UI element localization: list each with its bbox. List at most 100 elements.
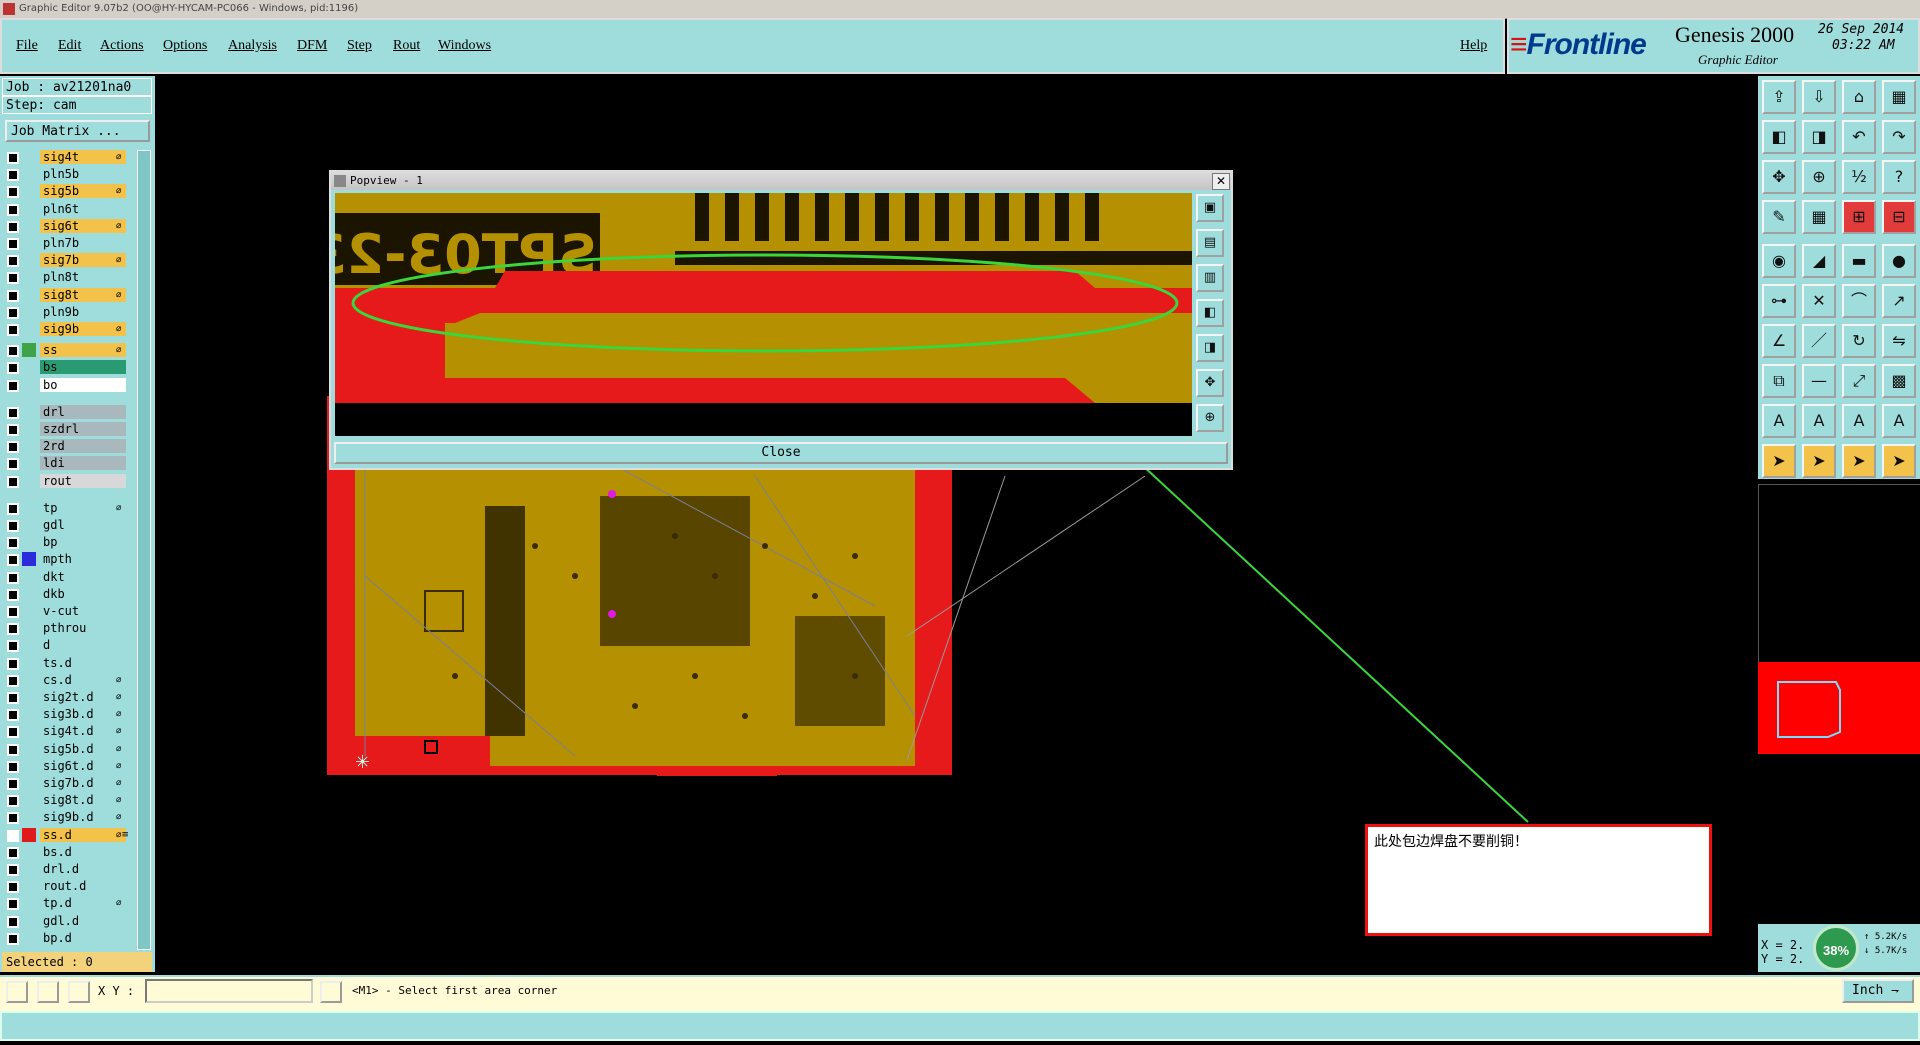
layer-name[interactable]: sig6t [40,218,126,233]
layer-name[interactable]: sig4t.d [40,724,126,739]
layer-row[interactable]: sig9b ⌀ [4,322,126,336]
layer-name[interactable]: rout.d [40,879,126,894]
layer-checkbox[interactable] [7,743,19,756]
menu-file[interactable]: File [16,38,38,54]
layer-name[interactable]: sig9b [40,322,126,336]
layer-row[interactable]: sig5b.d ⌀ [4,741,126,756]
layer-checkbox[interactable] [7,640,19,653]
home-icon[interactable]: ⌂ [1842,80,1876,114]
grid-icon[interactable]: ▦ [1882,80,1916,114]
popview-close-x-button[interactable]: ✕ [1212,173,1230,190]
layer-color-swatch[interactable] [22,552,36,567]
line-icon[interactable]: ◢ [1802,244,1836,278]
layer-name[interactable]: pln7b [40,236,126,250]
layer-row[interactable]: bp.d [4,930,126,945]
layer-row[interactable]: pthrou [4,621,126,636]
menu-options[interactable]: Options [163,38,207,54]
layer-name[interactable]: dkb [40,586,126,601]
slash-icon[interactable]: ／ [1802,324,1836,358]
layer-checkbox[interactable] [7,657,19,670]
layer-name[interactable]: bo [40,377,126,392]
layer-row[interactable]: mpth [4,552,126,567]
zoom-center-icon[interactable]: ⊕ [1802,160,1836,194]
array-icon[interactable]: ▩ [1882,364,1916,398]
layer-row[interactable]: sig8t.d ⌀ [4,793,126,808]
layer-name[interactable]: sig8t.d [40,793,126,808]
layer-row[interactable]: sig5b ⌀ [4,184,126,199]
layer-name[interactable]: ss.d [40,827,126,842]
layer-checkbox[interactable] [7,692,19,704]
layer-name[interactable]: tp [40,500,126,515]
layer-name[interactable]: sig5b [40,184,126,199]
layer-row[interactable]: sig4t ⌀ [4,150,126,164]
select-node-icon[interactable]: ⊶ [1762,284,1796,318]
redo-icon[interactable]: ↷ [1882,120,1916,154]
menu-dfm[interactable]: DFM [297,38,327,54]
layer-checkbox[interactable] [7,203,19,216]
layer-name[interactable]: ts.d [40,655,126,670]
layer-name[interactable]: sig7b.d [40,776,126,790]
layer-row[interactable]: sig4t.d ⌀ [4,724,126,739]
layer-row[interactable]: dkt [4,569,126,584]
layer-checkbox[interactable] [7,152,19,164]
edge-icon[interactable]: ∠ [1762,324,1796,358]
layer-row[interactable]: gdl [4,518,126,532]
popview-zoom-out-icon[interactable]: ▤ [1196,229,1224,257]
layer-checkbox[interactable] [7,220,19,233]
layer-row[interactable]: gdl.d [4,913,126,928]
arc-icon[interactable]: ⌒ [1842,284,1876,318]
layer-row[interactable]: sig6t.d ⌀ [4,758,126,773]
layer-checkbox[interactable] [7,726,19,739]
layer-checkbox[interactable] [7,458,19,471]
layer-checkbox[interactable] [7,475,19,488]
layer-row[interactable]: sig6t ⌀ [4,218,126,233]
layer-name[interactable]: gdl.d [40,913,126,928]
layer-row[interactable]: rout.d [4,879,126,894]
layer-checkbox[interactable] [7,424,19,436]
move-icon[interactable]: ↗ [1882,284,1916,318]
filter-icon[interactable]: ⊞ [1842,200,1876,234]
filter2-icon[interactable]: ⊟ [1882,200,1916,234]
layer-checkbox[interactable] [7,588,19,601]
layer-checkbox[interactable] [7,674,19,687]
layer-row[interactable]: rout [4,473,126,488]
text-a3-icon[interactable]: A [1842,404,1876,438]
circle-icon[interactable]: ● [1882,244,1916,278]
menu-step[interactable]: Step [347,38,372,54]
layer-name[interactable]: sig3b.d [40,707,126,722]
layer-checkbox[interactable] [7,520,19,532]
popview-close-button[interactable]: Close [334,442,1228,464]
layer-checkbox[interactable] [7,441,19,454]
layer-checkbox[interactable] [7,379,19,392]
scale-icon[interactable]: ½ [1842,160,1876,194]
popview-right-icon[interactable]: ◨ [1196,334,1224,362]
layer-checkbox[interactable] [7,362,19,375]
job-matrix-button[interactable]: Job Matrix ... [5,120,150,142]
layer-name[interactable]: drl.d [40,862,126,876]
layer-name[interactable]: ldi [40,456,126,471]
mode-select-icon[interactable] [6,981,28,1003]
pointer4-icon[interactable]: ➤ [1882,444,1916,478]
layer-row[interactable]: v-cut [4,604,126,618]
cross-icon[interactable]: ✕ [1802,284,1836,318]
layer-name[interactable]: gdl [40,518,126,532]
minus-icon[interactable]: — [1802,364,1836,398]
layer-name[interactable]: tp.d [40,896,126,911]
layer-row[interactable]: sig2t.d ⌀ [4,690,126,704]
layer-name[interactable]: szdrl [40,422,126,436]
layer-name[interactable]: sig6t.d [40,758,126,773]
layer-row[interactable]: sig7b ⌀ [4,253,126,268]
layer-name[interactable]: pln8t [40,270,126,285]
pointer3-icon[interactable]: ➤ [1842,444,1876,478]
mirror-icon[interactable]: ⇋ [1882,324,1916,358]
layer-name[interactable]: sig5b.d [40,741,126,756]
layer-row[interactable]: bs.d [4,844,126,859]
layer-checkbox[interactable] [7,778,19,790]
zoom-fit-icon[interactable]: ✥ [1762,160,1796,194]
layer-checkbox[interactable] [7,306,19,319]
layer-checkbox[interactable] [7,623,19,636]
info-button[interactable] [320,981,342,1003]
layer-checkbox[interactable] [7,406,19,419]
layer-checkbox[interactable] [7,846,19,859]
layer-name[interactable]: cs.d [40,672,126,687]
